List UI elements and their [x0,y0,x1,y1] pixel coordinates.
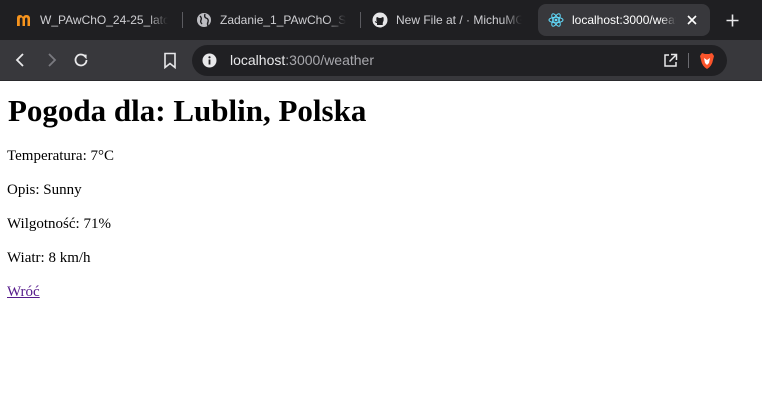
brave-shields-icon[interactable] [698,52,715,69]
url-host: localhost [230,52,286,68]
reload-button[interactable] [69,48,93,72]
github-icon [372,12,388,28]
temperature-text: Temperatura: 7°C [7,148,114,164]
tab-separator [182,12,183,28]
tab-github[interactable]: New File at / · MichuMG [362,4,532,36]
browser-toolbar: localhost:3000/weather [0,40,762,81]
tab-title: Zadanie_1_PAwChO_ST_I [220,13,346,27]
address-bar[interactable]: localhost:3000/weather [192,45,727,76]
humidity-text: Wilgotność: 71% [7,216,111,232]
tab-localhost-weather[interactable]: localhost:3000/weather [538,4,710,36]
m-logo-icon [16,12,32,28]
tab-w-pawcho[interactable]: W_PAwChO_24-25_lato [6,4,178,36]
tab-separator [360,12,361,28]
reload-icon [74,53,88,67]
back-button[interactable] [9,48,33,72]
url-path: :3000/weather [285,52,374,68]
arrow-left-icon [15,53,24,67]
forward-button[interactable] [39,48,63,72]
share-icon[interactable] [662,52,679,69]
new-tab-button[interactable] [720,8,744,32]
back-link[interactable]: Wróć [7,283,40,301]
wind-text: Wiatr: 8 km/h [7,250,91,266]
tab-zadanie[interactable]: Zadanie_1_PAwChO_ST_I [186,4,356,36]
tab-title: localhost:3000/weather [572,13,676,27]
description-text: Opis: Sunny [7,182,82,198]
tab-title: W_PAwChO_24-25_lato [40,13,168,27]
page-title: Pogoda dla: Lublin, Polska [8,93,367,128]
tab-title: New File at / · MichuMG [396,13,522,27]
site-info-icon[interactable] [201,52,218,69]
url-text[interactable]: localhost:3000/weather [230,45,374,76]
arrow-right-icon [48,53,57,67]
omnibox-separator [688,53,689,68]
bookmark-button[interactable] [158,48,182,72]
plus-icon [726,14,738,26]
close-icon[interactable] [684,12,700,28]
react-icon [548,12,564,28]
bookmark-icon [164,52,176,69]
page-content: Pogoda dla: Lublin, Polska Temperatura: … [0,81,762,409]
globe-icon [196,12,212,28]
tab-strip: W_PAwChO_24-25_lato Zadanie_1_PAwChO_ST_… [0,0,762,40]
